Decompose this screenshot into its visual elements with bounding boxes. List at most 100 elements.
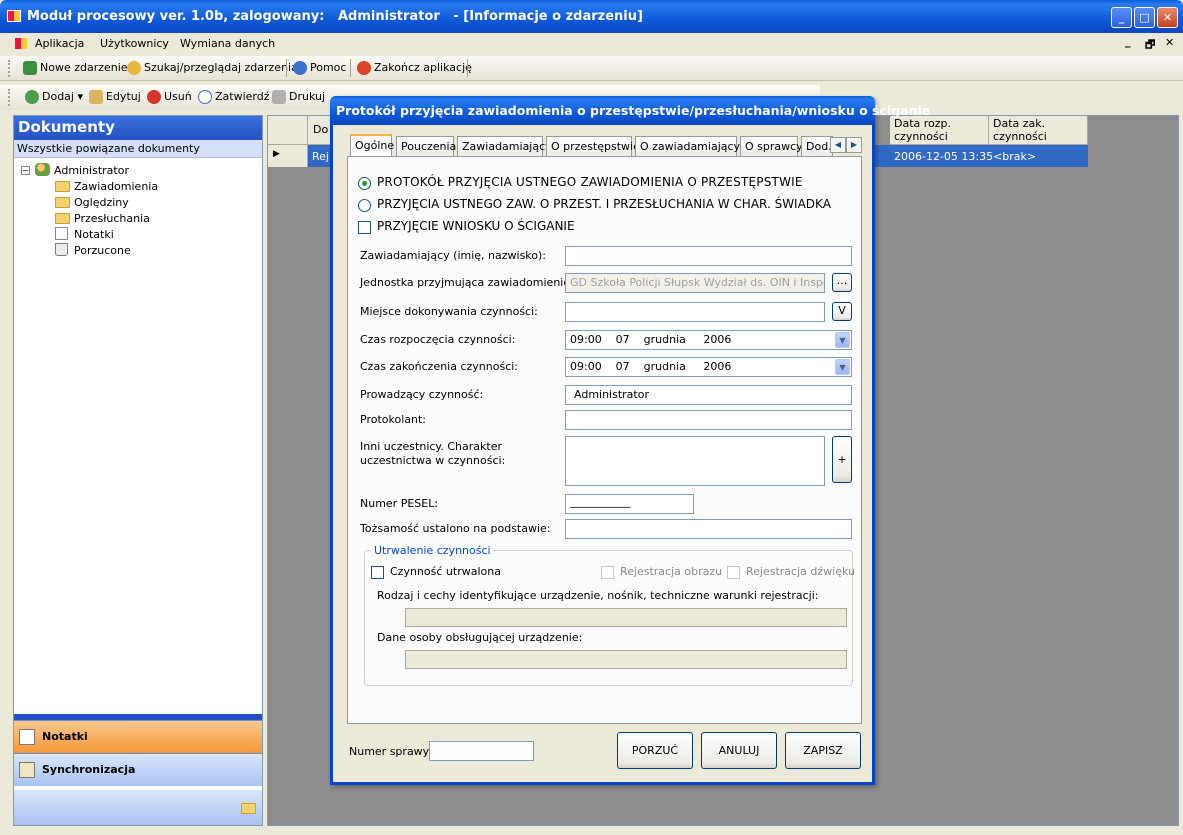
tab-o-zawiadamiajacym[interactable]: O zawiadamiającym	[635, 136, 751, 156]
dialog-title-bar: Protokół przyjęcia zawiadomienia o przes…	[330, 96, 930, 125]
cancel-button[interactable]: ANULUJ	[701, 732, 777, 769]
nav-notes-button[interactable]: Notatki	[14, 720, 262, 753]
unit-browse-button[interactable]: ...	[832, 273, 852, 292]
tab-scroll-right-button[interactable]: ▶	[846, 137, 862, 153]
start-time-label: Czas rozpoczęcia czynności:	[360, 333, 516, 346]
place-select-button[interactable]: V	[832, 302, 852, 321]
exit-icon	[357, 61, 371, 75]
add-button[interactable]: Dodaj ▾	[24, 85, 83, 109]
grid-header-start[interactable]: Data rozp. czynności	[890, 116, 989, 145]
operator-input	[405, 650, 847, 669]
window-title: Moduł procesowy ver. 1.0b, zalogowany: A…	[27, 9, 643, 24]
help-button[interactable]: Pomoc	[292, 56, 346, 80]
radio-oral-report-witness-label: PRZYJĘCIA USTNEGO ZAW. O PRZEST. I PRZES…	[377, 197, 831, 211]
chevron-down-icon[interactable]: ▼	[835, 359, 850, 375]
grid-corner	[268, 116, 308, 145]
recording-groupbox: Utrwalenie czynności Czynność utrwalona …	[364, 544, 855, 686]
unit-input: GD Szkoła Policji Słupsk Wydział ds. OIN…	[565, 273, 825, 293]
add-icon	[25, 90, 39, 104]
help-icon	[293, 61, 307, 75]
place-input[interactable]	[565, 302, 825, 322]
identity-input[interactable]	[565, 519, 852, 539]
tab-dod[interactable]: Dod.	[801, 136, 833, 156]
check-sound-recording-label: Rejestracja dźwięku	[746, 565, 855, 578]
save-button[interactable]: ZAPISZ	[785, 732, 861, 769]
tab-o-przestepstwie[interactable]: O przestępstwie	[546, 136, 640, 156]
tree-item-zawiadomienia[interactable]: Zawiadomienia	[55, 179, 158, 195]
edit-button[interactable]: Edytuj	[88, 85, 141, 109]
informant-input[interactable]	[565, 246, 852, 266]
tree-item-ogledziny[interactable]: Oględziny	[55, 195, 129, 211]
tree-root[interactable]: Administrator	[35, 163, 129, 179]
report-dialog: Protokół przyjęcia zawiadomienia o przes…	[330, 96, 930, 785]
pesel-label: Numer PESEL:	[360, 497, 439, 510]
search-icon	[127, 61, 141, 75]
check-image-recording-label: Rejestracja obrazu	[620, 565, 723, 578]
radio-oral-report-witness[interactable]	[358, 199, 371, 212]
main-toolbar: Nowe zdarzenie Szukaj/przeglądaj zdarzen…	[0, 56, 1183, 81]
panel-subtitle: Wszystkie powiązane dokumenty	[14, 140, 262, 158]
check-recorded[interactable]	[371, 566, 384, 579]
nav-overflow-bar	[14, 790, 262, 825]
operator-label: Dane osoby obsługującej urządzenie:	[377, 631, 583, 644]
radio-oral-report-label: PROTOKÓŁ PRZYJĘCIA USTNEGO ZAWIADOMIENIA…	[377, 175, 803, 189]
check-prosecution-request[interactable]	[358, 221, 371, 234]
leader-label: Prowadzący czynność:	[360, 388, 484, 401]
edit-icon	[89, 90, 103, 104]
tree-collapse-toggle[interactable]: −	[21, 166, 30, 175]
tab-scroll-left-button[interactable]: ◀	[830, 137, 846, 153]
tree-item-przesluchania[interactable]: Przesłuchania	[55, 211, 150, 227]
notes-icon	[55, 227, 68, 240]
check-sound-recording[interactable]	[727, 566, 740, 579]
end-time-picker[interactable]: 09:00 07 grudnia 2006 ▼	[565, 357, 852, 377]
tab-zawiadamiajacy[interactable]: Zawiadamiający	[457, 136, 552, 156]
mdi-icon	[15, 38, 27, 49]
abandon-button[interactable]: PORZUĆ	[617, 732, 693, 769]
tree-item-notatki[interactable]: Notatki	[55, 227, 114, 243]
row-selector[interactable]: ▶	[268, 145, 308, 167]
nav-sync-button[interactable]: Synchronizacja	[14, 753, 262, 786]
folder-icon	[55, 197, 70, 208]
new-event-button[interactable]: Nowe zdarzenie	[22, 56, 128, 80]
notes-nav-icon	[19, 729, 35, 745]
tree-item-porzucone[interactable]: Porzucone	[55, 243, 131, 259]
new-event-icon	[23, 61, 37, 75]
leader-input[interactable]: Administrator	[565, 385, 852, 405]
maximize-button[interactable]: □	[1134, 7, 1155, 28]
menu-uzytkownicy[interactable]: Użytkownicy	[100, 37, 169, 50]
mdi-close-button[interactable]: ✕	[1165, 36, 1174, 49]
minimize-button[interactable]: _	[1111, 7, 1132, 28]
approve-button[interactable]: Zatwierdź	[197, 85, 270, 109]
nav-folder-icon[interactable]	[241, 803, 256, 814]
mdi-restore-button[interactable]: 🗗	[1145, 36, 1155, 55]
tab-ogolne[interactable]: Ogólne	[350, 134, 394, 157]
radio-oral-report[interactable]	[358, 177, 371, 190]
sync-icon	[19, 762, 35, 778]
chevron-down-icon[interactable]: ▼	[835, 332, 850, 348]
mdi-minimize-button[interactable]: _	[1125, 35, 1131, 48]
pesel-input[interactable]: ___________	[565, 494, 694, 514]
add-participant-button[interactable]: +	[832, 436, 852, 483]
exit-button[interactable]: Zakończ aplikację	[356, 56, 472, 80]
menu-aplikacja[interactable]: Aplikacja	[35, 37, 84, 50]
delete-button[interactable]: Usuń	[146, 85, 192, 109]
tab-o-sprawcy[interactable]: O sprawcy	[740, 136, 803, 156]
search-events-button[interactable]: Szukaj/przeglądaj zdarzenia	[126, 56, 298, 80]
close-button[interactable]: ✕	[1157, 7, 1178, 28]
tab-pouczenia[interactable]: Pouczenia	[396, 136, 456, 156]
menu-wymiana-danych[interactable]: Wymiana danych	[180, 37, 275, 50]
cell-end: <brak>	[993, 150, 1037, 163]
folder-icon	[55, 181, 70, 192]
print-button[interactable]: Drukuj	[271, 85, 325, 109]
case-number-input[interactable]	[429, 741, 534, 761]
grid-header-end[interactable]: Data zak. czynności	[989, 116, 1088, 145]
start-time-picker[interactable]: 09:00 07 grudnia 2006 ▼	[565, 330, 852, 350]
grid-header-doc[interactable]: Do	[308, 116, 332, 145]
others-label: Inni uczestnicy. Charakter uczestnictwa …	[360, 440, 506, 467]
recorder-input[interactable]	[565, 410, 852, 430]
panel-title: Dokumenty	[14, 116, 262, 140]
check-image-recording[interactable]	[601, 566, 614, 579]
case-number-label: Numer sprawy:	[349, 745, 433, 758]
others-textarea[interactable]	[565, 436, 825, 486]
dialog-title: Protokół przyjęcia zawiadomienia o przes…	[336, 103, 931, 118]
